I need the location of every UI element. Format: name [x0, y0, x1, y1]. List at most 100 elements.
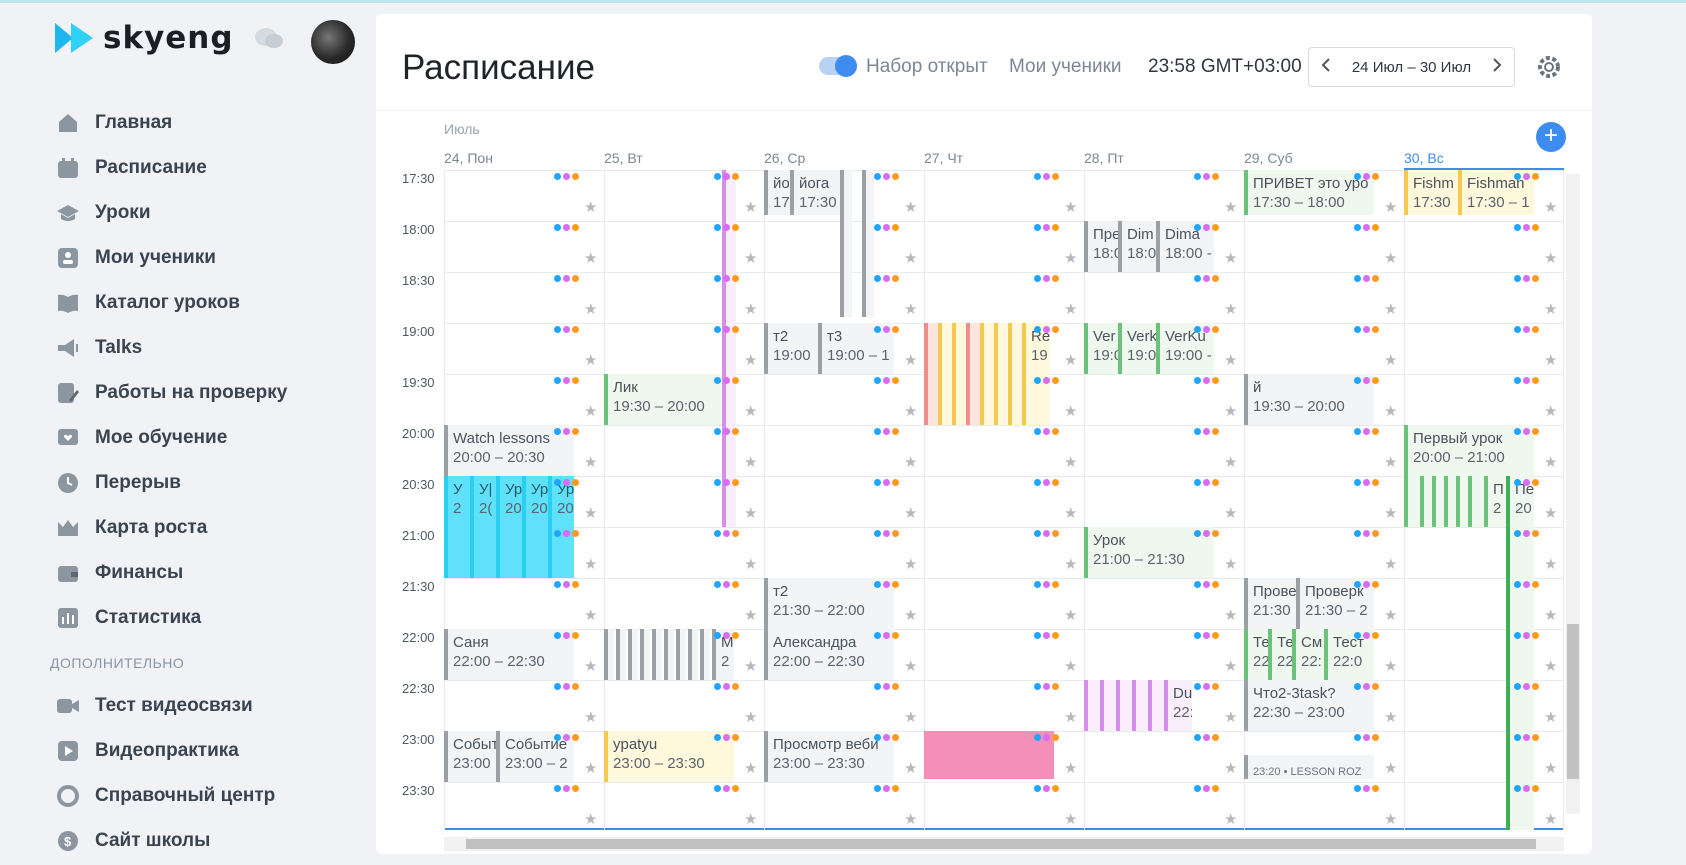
star-icon[interactable]: ★ — [584, 198, 597, 216]
star-icon[interactable]: ★ — [1544, 249, 1557, 267]
event-card[interactable] — [1444, 476, 1454, 527]
avatar[interactable] — [311, 20, 355, 64]
event-card[interactable] — [1116, 680, 1132, 731]
event-card[interactable] — [966, 323, 980, 425]
star-icon[interactable]: ★ — [1064, 249, 1077, 267]
event-card[interactable] — [952, 323, 966, 425]
event-card[interactable] — [1084, 680, 1100, 731]
event-card[interactable]: Ver19:0 — [1084, 323, 1118, 374]
event-card[interactable] — [1008, 323, 1022, 425]
event-card[interactable]: т2 19:00 — [764, 323, 818, 374]
star-icon[interactable]: ★ — [1384, 606, 1397, 624]
event-card[interactable]: Пре18:0 — [1084, 221, 1118, 272]
star-icon[interactable]: ★ — [744, 759, 757, 777]
event-card[interactable] — [1420, 476, 1430, 527]
star-icon[interactable]: ★ — [1064, 810, 1077, 828]
event-card[interactable]: Re 19 — [1022, 323, 1050, 425]
star-icon[interactable]: ★ — [904, 249, 917, 267]
event-card[interactable]: См 22: — [1292, 629, 1324, 680]
event-card[interactable]: Те22 — [1268, 629, 1292, 680]
event-card[interactable] — [938, 323, 952, 425]
star-icon[interactable]: ★ — [584, 606, 597, 624]
star-icon[interactable]: ★ — [1384, 300, 1397, 318]
event-card[interactable] — [994, 323, 1008, 425]
star-icon[interactable]: ★ — [1064, 351, 1077, 369]
star-icon[interactable]: ★ — [1064, 402, 1077, 420]
star-icon[interactable]: ★ — [1224, 198, 1237, 216]
star-icon[interactable]: ★ — [744, 300, 757, 318]
event-card[interactable]: Ур 20 — [496, 476, 522, 578]
star-icon[interactable]: ★ — [584, 759, 597, 777]
star-icon[interactable]: ★ — [1064, 606, 1077, 624]
star-icon[interactable]: ★ — [1224, 708, 1237, 726]
sidebar-item-help-center[interactable]: Справочный центр — [55, 773, 275, 818]
star-icon[interactable]: ★ — [1064, 198, 1077, 216]
star-icon[interactable]: ★ — [1384, 453, 1397, 471]
horizontal-scrollbar[interactable] — [444, 837, 1564, 851]
event-card[interactable]: йога17:30 - — [790, 170, 840, 215]
chat-icon[interactable] — [254, 26, 284, 57]
star-icon[interactable]: ★ — [744, 453, 757, 471]
star-icon[interactable]: ★ — [904, 759, 917, 777]
event-card[interactable] — [1432, 476, 1442, 527]
star-icon[interactable]: ★ — [584, 453, 597, 471]
star-icon[interactable]: ★ — [1064, 759, 1077, 777]
star-icon[interactable]: ★ — [584, 708, 597, 726]
chevron-right-icon[interactable] — [1492, 58, 1502, 76]
star-icon[interactable]: ★ — [1224, 504, 1237, 522]
star-icon[interactable]: ★ — [1064, 453, 1077, 471]
star-icon[interactable]: ★ — [1384, 657, 1397, 675]
event-card[interactable] — [676, 629, 686, 680]
sidebar-item-growth-map[interactable]: Карта роста — [55, 505, 287, 550]
star-icon[interactable]: ★ — [904, 198, 917, 216]
star-icon[interactable]: ★ — [904, 402, 917, 420]
star-icon[interactable]: ★ — [1384, 555, 1397, 573]
star-icon[interactable]: ★ — [1384, 402, 1397, 420]
logo[interactable]: skyeng — [53, 20, 234, 56]
star-icon[interactable]: ★ — [1544, 453, 1557, 471]
sidebar-item-home[interactable]: Главная — [55, 100, 287, 145]
star-icon[interactable]: ★ — [1064, 555, 1077, 573]
star-icon[interactable]: ★ — [584, 300, 597, 318]
my-students-link[interactable]: Мои ученики — [1009, 56, 1122, 78]
star-icon[interactable]: ★ — [904, 453, 917, 471]
event-card[interactable] — [1100, 680, 1116, 731]
event-card[interactable] — [628, 629, 638, 680]
star-icon[interactable]: ★ — [1224, 249, 1237, 267]
star-icon[interactable]: ★ — [744, 402, 757, 420]
star-icon[interactable]: ★ — [744, 606, 757, 624]
enrollment-toggle[interactable] — [819, 55, 857, 77]
event-card[interactable] — [980, 323, 994, 425]
star-icon[interactable]: ★ — [904, 351, 917, 369]
star-icon[interactable]: ★ — [1544, 759, 1557, 777]
sidebar-item-schedule[interactable]: Расписание — [55, 145, 287, 190]
star-icon[interactable]: ★ — [744, 249, 757, 267]
star-icon[interactable]: ★ — [744, 198, 757, 216]
event-card[interactable] — [664, 629, 674, 680]
star-icon[interactable]: ★ — [1224, 606, 1237, 624]
star-icon[interactable]: ★ — [584, 810, 597, 828]
star-icon[interactable]: ★ — [1064, 657, 1077, 675]
star-icon[interactable]: ★ — [1384, 198, 1397, 216]
star-icon[interactable]: ★ — [1544, 351, 1557, 369]
event-card[interactable] — [640, 629, 650, 680]
event-card[interactable]: У2 — [444, 476, 470, 578]
sidebar-item-review[interactable]: Работы на проверку — [55, 370, 287, 415]
event-card[interactable] — [1456, 476, 1466, 527]
event-card[interactable]: У| 2( — [470, 476, 496, 578]
star-icon[interactable]: ★ — [1544, 402, 1557, 420]
sidebar-item-break[interactable]: Перерыв — [55, 460, 287, 505]
star-icon[interactable]: ★ — [1224, 555, 1237, 573]
star-icon[interactable]: ★ — [1384, 249, 1397, 267]
sidebar-item-video-practice[interactable]: Видеопрактика — [55, 728, 275, 773]
star-icon[interactable]: ★ — [904, 300, 917, 318]
add-event-button[interactable]: + — [1536, 122, 1566, 152]
star-icon[interactable]: ★ — [1544, 504, 1557, 522]
event-card[interactable] — [700, 629, 710, 680]
sidebar-item-students[interactable]: Мои ученики — [55, 235, 287, 280]
star-icon[interactable]: ★ — [1544, 810, 1557, 828]
star-icon[interactable]: ★ — [904, 555, 917, 573]
event-card[interactable]: йо 17 — [764, 170, 790, 215]
star-icon[interactable]: ★ — [1384, 708, 1397, 726]
star-icon[interactable]: ★ — [1224, 810, 1237, 828]
